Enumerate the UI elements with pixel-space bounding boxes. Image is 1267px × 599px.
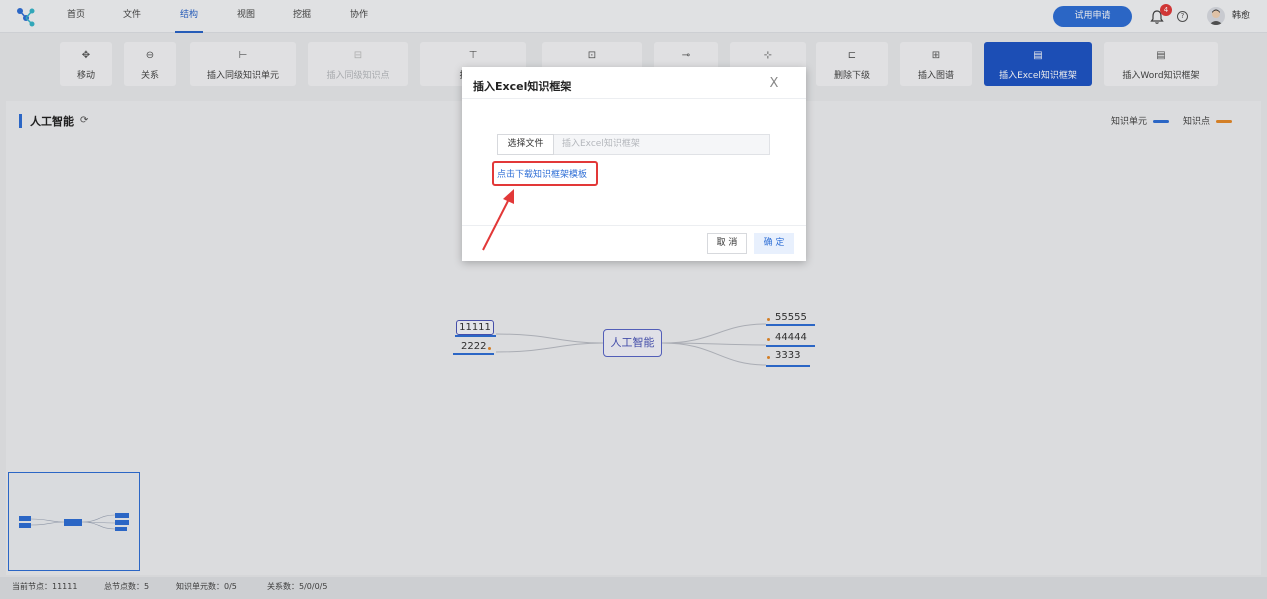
annotation-arrow — [482, 189, 514, 251]
